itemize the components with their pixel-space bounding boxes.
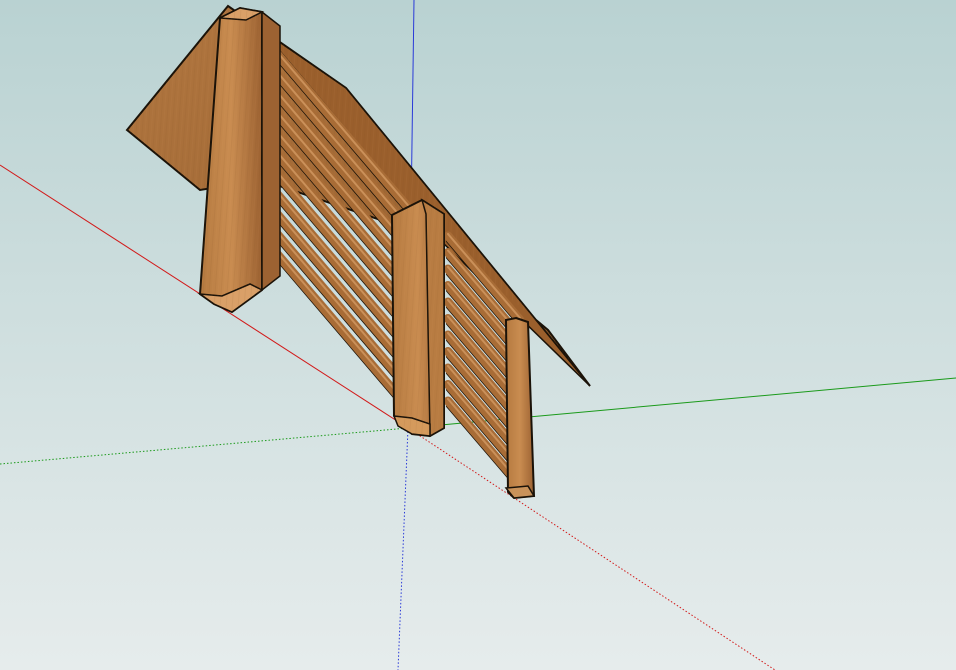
modeling-viewport[interactable]: [0, 0, 956, 670]
middle-leg[interactable]: [390, 198, 445, 438]
scene-canvas[interactable]: [0, 0, 956, 670]
